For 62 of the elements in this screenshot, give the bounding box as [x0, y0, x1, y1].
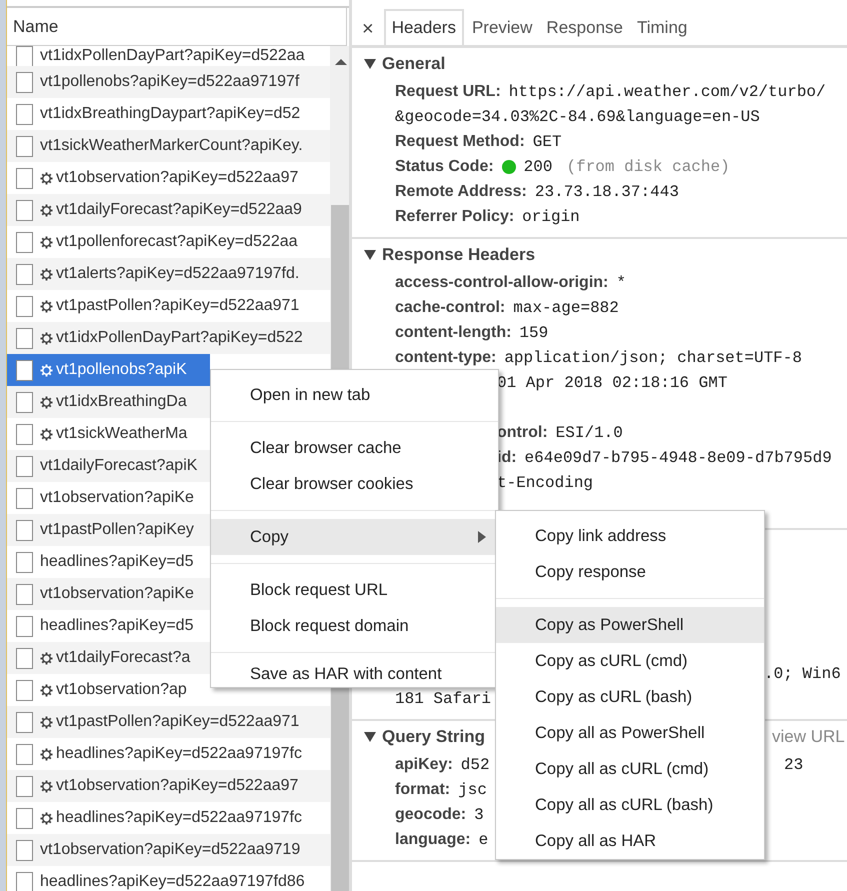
header-name: Request Method:	[395, 132, 525, 152]
header-value: ESI/1.0	[556, 422, 623, 444]
request-name: vt1sickWeatherMa	[56, 424, 188, 444]
header-name: Request URL:	[395, 82, 501, 102]
request-name: vt1observation?apiKe	[40, 584, 194, 604]
request-name: vt1observation?apiKey=d522aa97	[56, 776, 298, 796]
request-name: headlines?apiKey=d5	[40, 552, 194, 572]
header-name: cache-control:	[395, 298, 506, 318]
request-name: vt1idxPollenDayPart?apiKey=d522	[56, 328, 303, 348]
request-name: vt1sickWeatherMarkerCount?apiKey.	[40, 136, 303, 156]
request-name: vt1pastPollen?apiKey=d522aa971	[56, 712, 300, 732]
header-value: jsc	[458, 780, 487, 800]
request-name: headlines?apiKey=d522aa97197fc	[56, 744, 302, 764]
header-value: 181 Safari	[395, 688, 492, 710]
request-name: vt1idxBreathingDa	[56, 392, 187, 412]
header-value: 23	[784, 754, 804, 776]
header-value: 23.73.18.37:443	[534, 182, 679, 202]
request-name: vt1pollenobs?apiK	[56, 360, 187, 380]
header-value: e	[478, 830, 488, 850]
header-value: 3	[474, 804, 484, 826]
header-name: content-length:	[395, 322, 512, 342]
header-value: &geocode=34.03%2C-84.69&language=en-US	[395, 106, 760, 128]
header-value: 159	[519, 322, 548, 344]
header-value: d52	[460, 754, 490, 776]
request-name: vt1observation?ap	[56, 680, 187, 700]
request-name: headlines?apiKey=d522aa97197fd86	[40, 872, 305, 891]
cache-note: (from disk cache)	[566, 156, 730, 178]
request-name: vt1dailyForecast?apiK	[40, 456, 198, 476]
header-value: 200	[524, 156, 552, 178]
header-value: https://api.weather.com/v2/turbo/	[508, 82, 826, 102]
header-name: format:	[395, 780, 450, 800]
header-value: *	[616, 272, 626, 294]
request-name: vt1dailyForecast?a	[56, 648, 190, 668]
header-value: .0; Win6	[764, 664, 841, 684]
header-value: application/json; charset=UTF-8	[504, 348, 802, 368]
header-value: origin	[522, 206, 580, 228]
request-name: vt1idxPollenDayPart?apiKey=d522aa	[40, 46, 305, 66]
request-name: vt1pastPollen?apiKey=d522aa971	[56, 296, 300, 316]
header-name: ontrol:	[497, 422, 548, 442]
header-name: content-type:	[395, 348, 496, 368]
request-name: vt1idxBreathingDaypart?apiKey=d52	[40, 104, 300, 124]
request-name: headlines?apiKey=d522aa97197fc	[56, 808, 302, 828]
header-value: max-age=882	[513, 298, 619, 318]
header-name: Remote Address:	[395, 182, 527, 202]
header-name: apiKey:	[395, 754, 453, 774]
header-value: e64e09d7-b795-4948-8e09-d7b795d9	[524, 448, 832, 468]
request-name: vt1dailyForecast?apiKey=d522aa9	[56, 200, 302, 220]
request-name: vt1pollenforecast?apiKey=d522aa	[56, 232, 298, 252]
request-name: headlines?apiKey=d5	[40, 616, 194, 636]
request-name: vt1pollenobs?apiKey=d522aa97197f	[40, 72, 300, 92]
header-value: GET	[532, 132, 562, 152]
request-name: vt1observation?apiKey=d522aa97	[56, 168, 298, 188]
request-name: vt1observation?apiKe	[40, 488, 194, 508]
header-name: Status Code:	[395, 156, 494, 176]
request-name: vt1alerts?apiKey=d522aa97197fd.	[56, 264, 300, 284]
header-name: Referrer Policy:	[395, 206, 514, 226]
request-name: vt1pastPollen?apiKey	[40, 520, 194, 540]
request-name: vt1observation?apiKey=d522aa9719	[40, 840, 300, 860]
header-name: geocode:	[395, 804, 466, 824]
header-value: t-Encoding	[497, 472, 594, 494]
header-name: access-control-allow-origin:	[395, 272, 608, 292]
header-name: language:	[395, 830, 471, 850]
